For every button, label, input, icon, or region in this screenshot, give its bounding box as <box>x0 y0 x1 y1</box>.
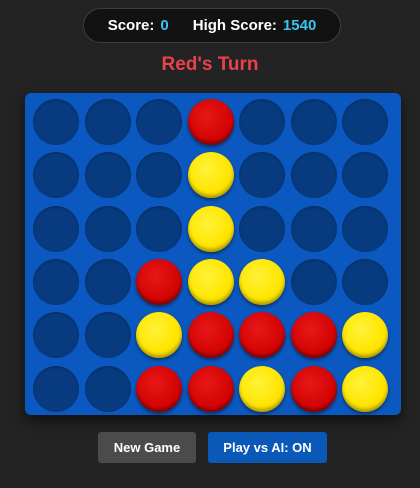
empty-slot[interactable] <box>33 258 79 305</box>
red-disc[interactable] <box>136 258 182 305</box>
red-disc[interactable] <box>290 312 337 359</box>
empty-slot[interactable] <box>239 205 285 252</box>
empty-slot[interactable] <box>33 152 79 199</box>
red-disc[interactable] <box>290 365 337 412</box>
empty-slot[interactable] <box>84 258 131 305</box>
empty-slot[interactable] <box>342 205 388 252</box>
red-disc[interactable] <box>187 99 234 145</box>
empty-slot[interactable] <box>136 152 182 199</box>
high-score-label: High Score: <box>192 17 277 34</box>
yellow-disc[interactable] <box>136 312 182 359</box>
empty-slot[interactable] <box>84 205 131 252</box>
red-disc[interactable] <box>187 365 234 412</box>
new-game-button[interactable]: New Game <box>98 432 196 463</box>
yellow-disc[interactable] <box>239 258 285 305</box>
empty-slot[interactable] <box>136 99 182 145</box>
empty-slot[interactable] <box>33 99 79 145</box>
empty-slot[interactable] <box>342 258 388 305</box>
high-score-value: 1540 <box>282 17 317 34</box>
turn-indicator: Red's Turn <box>161 54 259 75</box>
red-disc[interactable] <box>187 312 234 359</box>
empty-slot[interactable] <box>84 312 131 359</box>
empty-slot[interactable] <box>84 99 131 145</box>
empty-slot[interactable] <box>84 365 131 412</box>
empty-slot[interactable] <box>33 205 79 252</box>
ai-toggle-button[interactable]: Play vs AI: ON <box>208 432 327 463</box>
high-score-group: High Score: 1540 <box>193 17 317 34</box>
yellow-disc[interactable] <box>187 205 234 252</box>
empty-slot[interactable] <box>136 205 182 252</box>
red-disc[interactable] <box>239 312 285 359</box>
empty-slot[interactable] <box>33 312 79 359</box>
empty-slot[interactable] <box>342 99 388 145</box>
yellow-disc[interactable] <box>342 365 388 412</box>
score-panel: Score: 0 High Score: 1540 <box>83 8 341 43</box>
empty-slot[interactable] <box>342 152 388 199</box>
game-board[interactable] <box>25 93 401 415</box>
yellow-disc[interactable] <box>342 312 388 359</box>
yellow-disc[interactable] <box>187 152 234 199</box>
empty-slot[interactable] <box>239 99 285 145</box>
empty-slot[interactable] <box>290 99 337 145</box>
empty-slot[interactable] <box>84 152 131 199</box>
empty-slot[interactable] <box>290 205 337 252</box>
empty-slot[interactable] <box>290 258 337 305</box>
red-disc[interactable] <box>136 365 182 412</box>
score-group: Score: 0 <box>108 17 169 34</box>
score-label: Score: <box>107 17 155 34</box>
empty-slot[interactable] <box>239 152 285 199</box>
empty-slot[interactable] <box>33 365 79 412</box>
score-value: 0 <box>160 17 169 34</box>
empty-slot[interactable] <box>290 152 337 199</box>
yellow-disc[interactable] <box>239 365 285 412</box>
yellow-disc[interactable] <box>187 258 234 305</box>
